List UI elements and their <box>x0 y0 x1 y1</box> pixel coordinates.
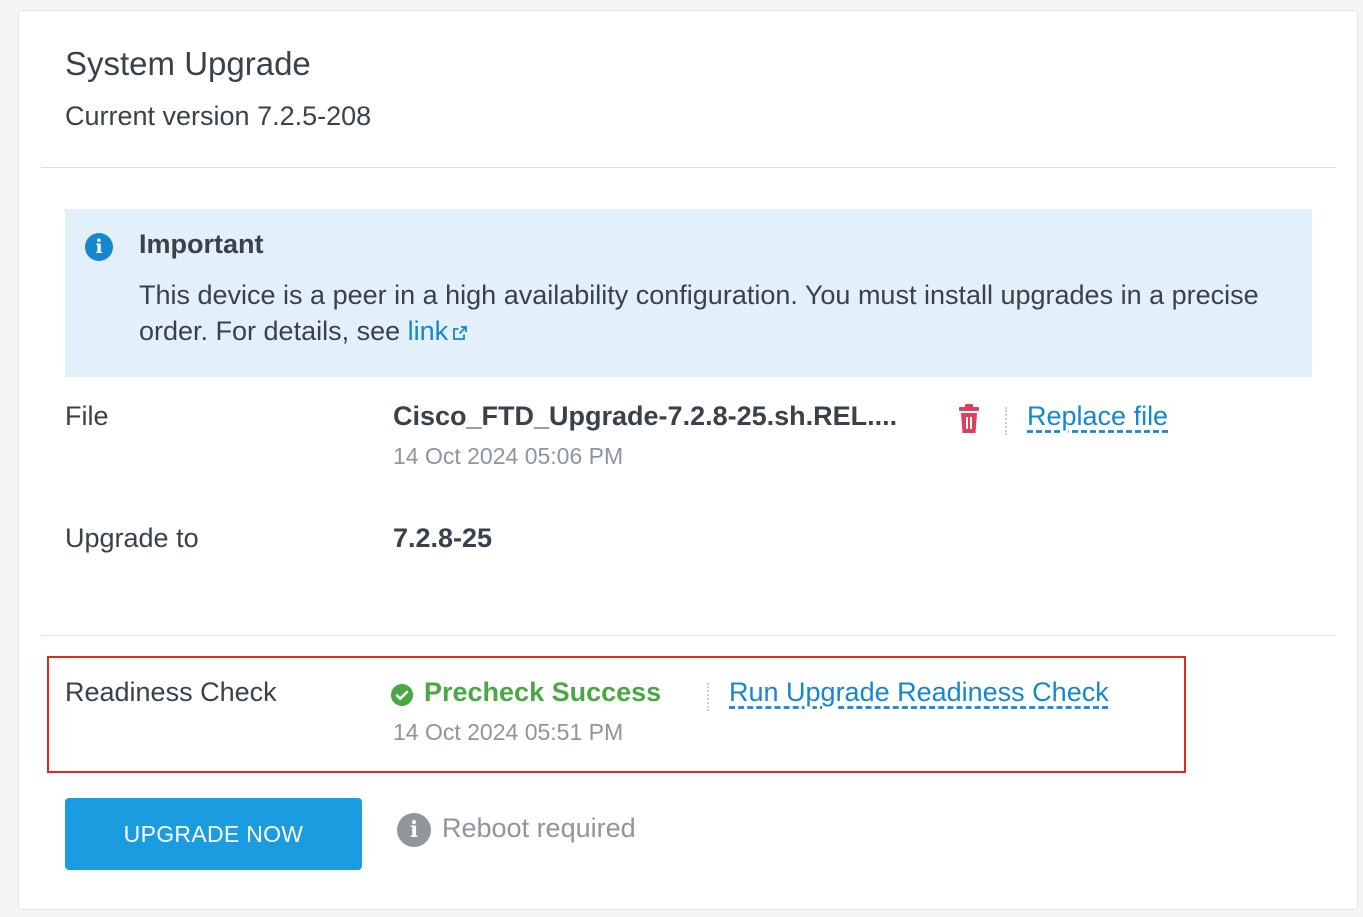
precheck-status: Precheck Success <box>424 677 662 707</box>
divider <box>41 635 1336 636</box>
reboot-required-note: Reboot required <box>442 813 636 843</box>
check-circle-icon <box>391 684 413 706</box>
file-name: Cisco_FTD_Upgrade-7.2.8-25.sh.REL.... <box>393 401 898 431</box>
system-upgrade-card: System Upgrade Current version 7.2.5-208… <box>18 10 1358 910</box>
divider <box>41 167 1336 168</box>
alert-title: Important <box>139 229 264 259</box>
run-readiness-check-link[interactable]: Run Upgrade Readiness Check <box>729 677 1109 708</box>
upgrade-now-button[interactable]: UPGRADE NOW <box>65 798 362 870</box>
page-title: System Upgrade <box>65 45 311 82</box>
separator <box>1005 407 1007 435</box>
file-upload-date: 14 Oct 2024 05:06 PM <box>393 443 624 469</box>
info-icon: i <box>85 233 113 261</box>
details-link[interactable]: link <box>408 316 469 346</box>
info-icon: i <box>397 813 431 847</box>
alert-body: This device is a peer in a high availabi… <box>139 277 1289 349</box>
readiness-check-label: Readiness Check <box>65 677 277 707</box>
file-label: File <box>65 401 109 431</box>
readiness-check-date: 14 Oct 2024 05:51 PM <box>393 719 624 745</box>
upgrade-version: 7.2.8-25 <box>393 523 493 553</box>
external-link-icon <box>453 326 468 340</box>
alert-text: This device is a peer in a high availabi… <box>139 280 1259 346</box>
current-version: Current version 7.2.5-208 <box>65 101 372 131</box>
important-alert: i Important This device is a peer in a h… <box>65 209 1312 377</box>
trash-icon[interactable] <box>957 403 981 435</box>
separator <box>707 683 709 711</box>
readiness-highlight-box <box>47 656 1186 773</box>
upgrade-to-label: Upgrade to <box>65 523 199 553</box>
replace-file-link[interactable]: Replace file <box>1027 401 1168 432</box>
details-link-label: link <box>407 316 449 346</box>
